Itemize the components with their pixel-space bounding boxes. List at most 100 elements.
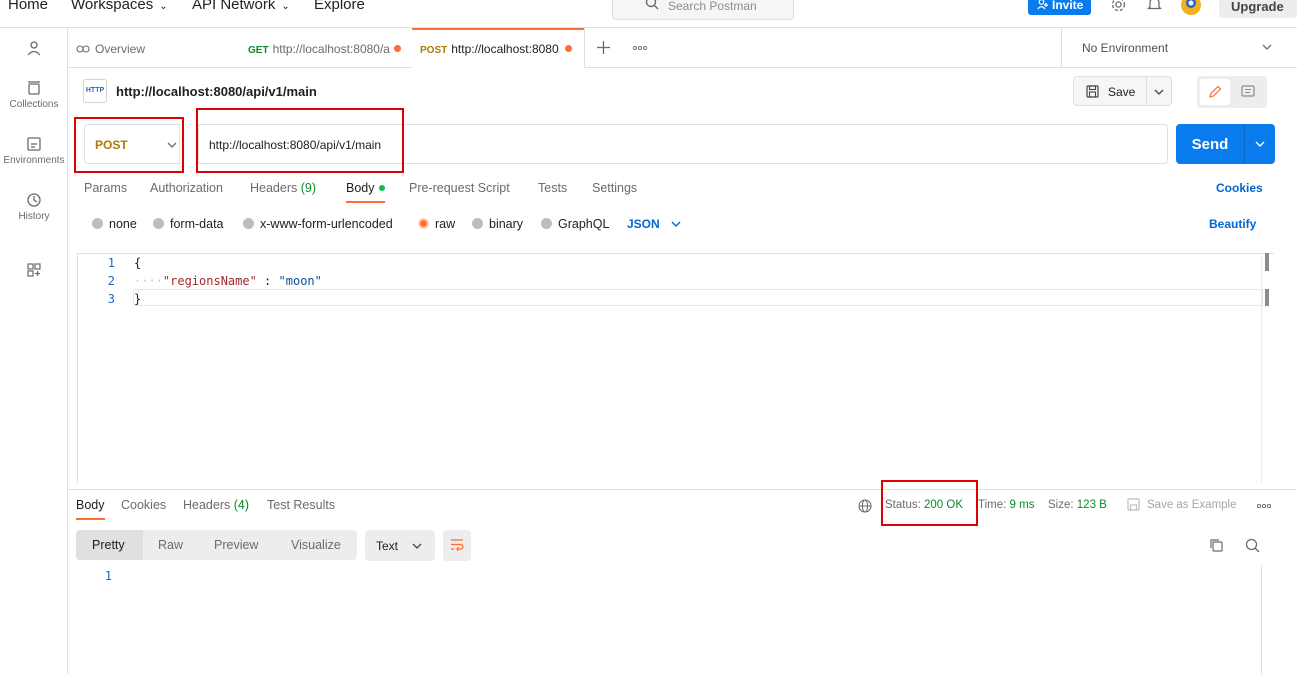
tab-tests[interactable]: Tests: [538, 181, 567, 195]
history-icon: [27, 193, 41, 207]
search-icon[interactable]: [1245, 538, 1260, 553]
headers-count: (9): [300, 181, 317, 195]
view-preview-button[interactable]: Preview: [214, 538, 258, 552]
line-number: 3: [107, 292, 115, 306]
save-icon: [1086, 85, 1099, 98]
sidebar-item-history[interactable]: History: [0, 192, 68, 222]
comment-icon[interactable]: [1241, 85, 1255, 97]
bell-icon[interactable]: [1147, 0, 1162, 12]
line-number: 1: [107, 256, 115, 270]
tab-headers[interactable]: Headers (9): [250, 181, 316, 195]
view-pretty-button[interactable]: Pretty: [92, 538, 125, 552]
search-input[interactable]: Search Postman: [612, 0, 794, 20]
sidebar-item-account[interactable]: [0, 40, 68, 59]
chevron-down-icon: [412, 543, 422, 549]
response-scrollbar-track[interactable]: [1261, 566, 1262, 674]
send-button[interactable]: Send: [1176, 124, 1244, 164]
invite-button[interactable]: Invite: [1028, 0, 1091, 15]
response-tab-body[interactable]: Body: [76, 498, 105, 512]
body-type-binary[interactable]: binary: [472, 217, 523, 231]
beautify-link[interactable]: Beautify: [1209, 217, 1256, 231]
search-icon: [645, 0, 659, 10]
response-status: Status: 200 OK: [885, 499, 963, 511]
nav-home[interactable]: Home: [8, 0, 48, 13]
response-tab-cookies[interactable]: Cookies: [121, 498, 166, 512]
body-type-form-data[interactable]: form-data: [153, 217, 224, 231]
environment-selector[interactable]: No Environment: [1061, 28, 1297, 68]
method-select[interactable]: POST: [84, 124, 180, 164]
tab-get-request[interactable]: GET http://localhost:8080/a: [248, 28, 410, 68]
user-icon: [27, 41, 41, 56]
sidebar-item-environments[interactable]: Environments: [0, 136, 68, 166]
cookies-link[interactable]: Cookies: [1216, 181, 1263, 195]
tab-overview[interactable]: Overview: [76, 28, 236, 68]
copy-icon[interactable]: [1209, 538, 1224, 553]
response-divider[interactable]: [68, 489, 1297, 490]
response-tab-test-results[interactable]: Test Results: [267, 498, 335, 512]
overview-icon: [76, 45, 90, 53]
radio-label: binary: [489, 217, 524, 231]
response-format-select[interactable]: Text: [365, 530, 435, 561]
send-options-button[interactable]: [1244, 124, 1275, 164]
save-button[interactable]: Save: [1073, 76, 1147, 106]
url-input[interactable]: http://localhost:8080/api/v1/main: [198, 124, 1168, 164]
globe-icon[interactable]: [858, 499, 872, 513]
method-label: POST: [95, 138, 128, 152]
sidebar-item-new[interactable]: [0, 262, 68, 281]
view-raw-button[interactable]: Raw: [158, 538, 183, 552]
sidebar-item-collections[interactable]: Collections: [0, 80, 68, 110]
upgrade-button[interactable]: Upgrade: [1219, 0, 1297, 18]
chevron-down-icon: [167, 142, 177, 148]
more-tabs-icon[interactable]: [633, 46, 647, 50]
radio-label: x-www-form-urlencoded: [260, 217, 393, 231]
save-as-example-button[interactable]: Save as Example: [1147, 499, 1237, 511]
save-label: Save: [1108, 85, 1136, 99]
avatar[interactable]: [1179, 0, 1203, 16]
plus-icon[interactable]: [597, 41, 610, 54]
tab-post-request[interactable]: POST http://localhost:8080: [412, 28, 584, 68]
time-label: Time:: [978, 499, 1007, 511]
view-visualize-button[interactable]: Visualize: [291, 538, 341, 552]
line-number: 1: [104, 569, 112, 583]
editor-scrollbar-thumb[interactable]: [1265, 253, 1269, 271]
search-placeholder: Search Postman: [668, 0, 757, 13]
radio-icon: [92, 218, 103, 229]
new-grid-icon: [27, 263, 41, 277]
raw-format-select[interactable]: JSON: [627, 217, 681, 231]
tab-settings[interactable]: Settings: [592, 181, 637, 195]
editor-scrollbar-track[interactable]: [1261, 253, 1274, 483]
status-value: 200 OK: [924, 499, 964, 511]
tab-body[interactable]: Body: [346, 181, 375, 195]
status-label: Status:: [885, 499, 921, 511]
chevron-down-icon: [1154, 89, 1164, 95]
nav-explore[interactable]: Explore: [314, 0, 365, 13]
collections-icon: [28, 81, 40, 95]
wrap-lines-icon: [451, 539, 464, 552]
wrap-lines-button[interactable]: [443, 530, 471, 561]
sidebar-item-label: Environments: [3, 155, 65, 166]
body-type-raw[interactable]: raw: [418, 217, 455, 231]
save-options-button[interactable]: [1147, 76, 1172, 106]
body-type-graphql[interactable]: GraphQL: [541, 217, 609, 231]
http-icon: HTTP: [83, 79, 107, 103]
chevron-down-icon: [671, 221, 681, 227]
body-type-none[interactable]: none: [92, 217, 137, 231]
tab-label: Body: [346, 181, 375, 195]
radio-icon: [541, 218, 552, 229]
tab-params[interactable]: Params: [84, 181, 127, 195]
more-options-icon[interactable]: [1257, 504, 1271, 508]
nav-api-network[interactable]: API Network ⌄: [192, 0, 290, 13]
tab-authorization[interactable]: Authorization: [150, 181, 223, 195]
sidebar-item-label: Collections: [9, 99, 59, 110]
raw-format-label: JSON: [627, 217, 660, 231]
gear-icon[interactable]: [1110, 0, 1127, 13]
tab-label: Headers: [183, 498, 231, 512]
response-tab-headers[interactable]: Headers (4): [183, 498, 249, 512]
tab-prerequest-script[interactable]: Pre-request Script: [409, 181, 510, 195]
request-title[interactable]: http://localhost:8080/api/v1/main: [116, 84, 317, 99]
radio-icon: [472, 218, 483, 229]
nav-workspaces[interactable]: Workspaces ⌄: [71, 0, 168, 13]
radio-icon: [153, 218, 164, 229]
body-type-urlencoded[interactable]: x-www-form-urlencoded: [243, 217, 393, 231]
edit-mode-button[interactable]: [1200, 79, 1230, 105]
